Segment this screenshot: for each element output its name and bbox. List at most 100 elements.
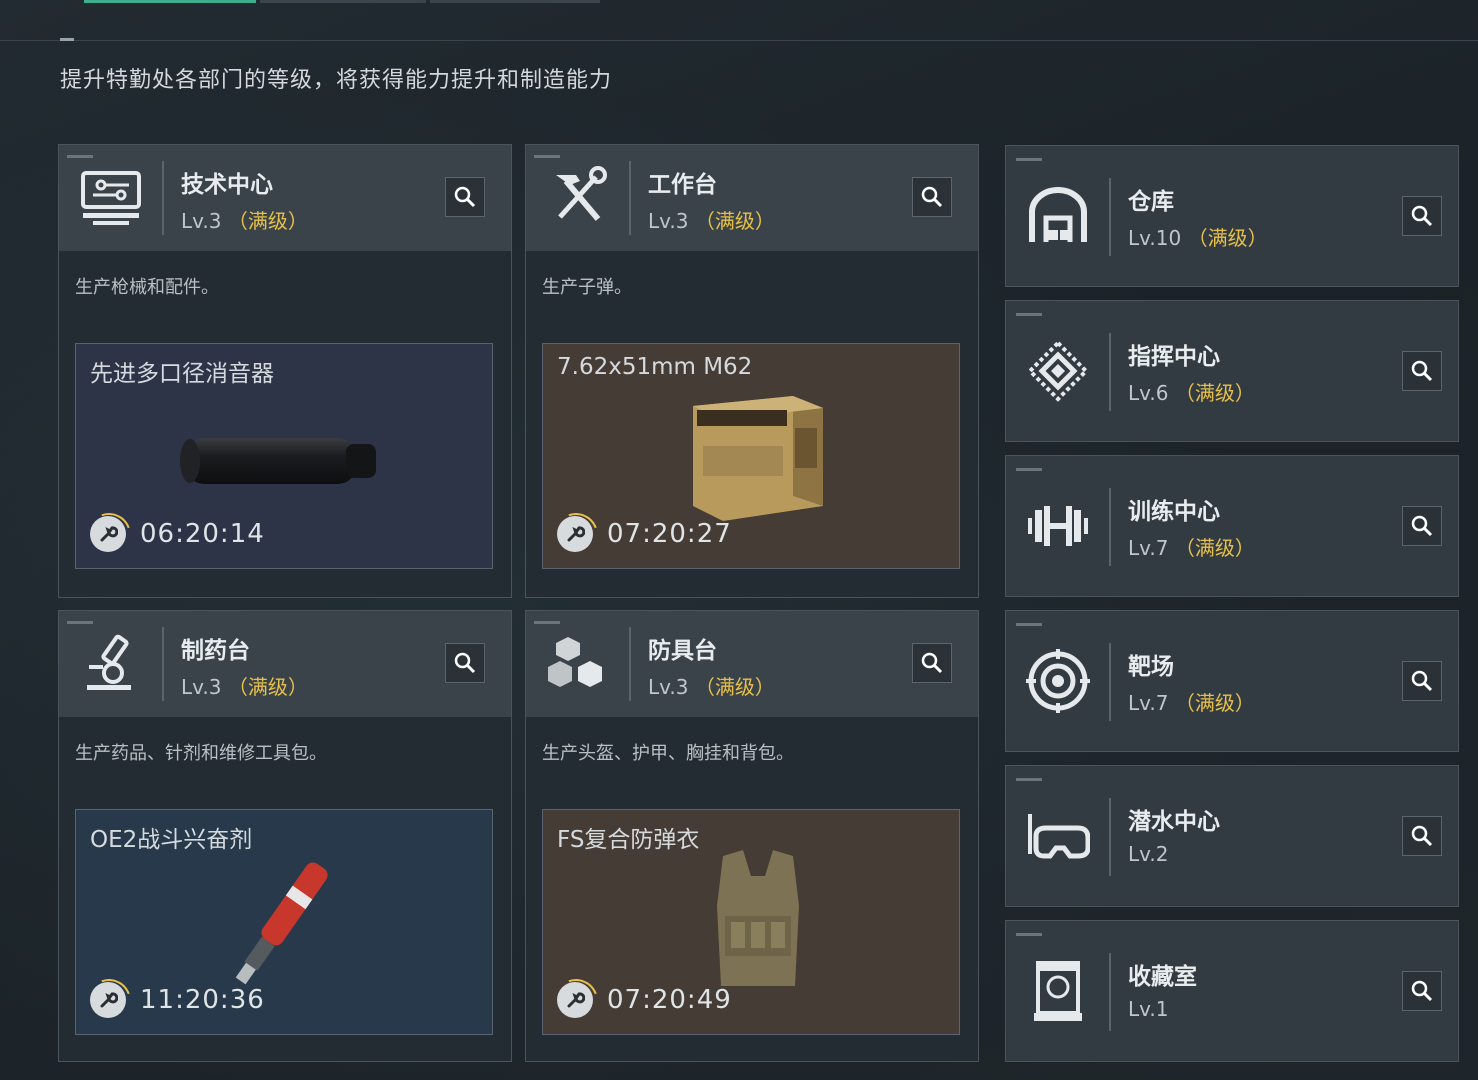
search-button[interactable] — [912, 177, 952, 217]
department-card-armor-bench[interactable]: 防具台 Lv.3 （满级） 生产头盔、护甲、胸挂和背包。 FS复合防弹衣 07:… — [525, 610, 979, 1062]
department-name: 技术中心 — [181, 172, 273, 198]
max-level-badge: （满级） — [694, 675, 775, 699]
search-icon — [1411, 825, 1433, 847]
search-icon — [921, 186, 943, 208]
max-level-badge: （满级） — [227, 675, 308, 699]
department-card-tech-center[interactable]: 技术中心 Lv.3 （满级） 生产枪械和配件。 先进多口径消音器 06:20:1… — [58, 144, 512, 598]
production-item-name: OE2战斗兴奋剂 — [90, 827, 253, 853]
department-name: 制药台 — [181, 638, 250, 664]
production-item-name: 先进多口径消音器 — [90, 361, 274, 387]
production-timer: 11:20:36 — [90, 982, 265, 1018]
dumbbell-icon — [1026, 494, 1090, 558]
department-name: 工作台 — [648, 172, 717, 198]
production-time: 07:20:27 — [607, 519, 732, 549]
production-slot[interactable]: OE2战斗兴奋剂 11:20:36 — [75, 809, 493, 1035]
search-icon — [1411, 980, 1433, 1002]
computer-icon — [79, 165, 143, 229]
search-button[interactable] — [1402, 816, 1442, 856]
wrench-timer-icon — [90, 516, 126, 552]
department-card-diving-center[interactable]: 潜水中心 Lv.2 — [1005, 765, 1459, 907]
max-level-badge: （满级） — [1174, 691, 1255, 715]
search-icon — [454, 186, 476, 208]
production-timer: 07:20:49 — [557, 982, 732, 1018]
ammo-box-image — [683, 386, 833, 530]
max-level-badge: （满级） — [1187, 226, 1268, 250]
production-timer: 07:20:27 — [557, 516, 732, 552]
suppressor-image — [176, 424, 386, 498]
search-button[interactable] — [1402, 351, 1442, 391]
department-level: Lv.2 — [1128, 842, 1169, 866]
department-card-pharmacy[interactable]: 制药台 Lv.3 （满级） 生产药品、针剂和维修工具包。 OE2战斗兴奋剂 11… — [58, 610, 512, 1062]
production-time: 07:20:49 — [607, 985, 732, 1015]
department-level: Lv.3 （满级） — [648, 675, 775, 699]
microscope-icon — [79, 631, 143, 695]
department-description: 生产枪械和配件。 — [75, 277, 219, 298]
search-icon — [921, 652, 943, 674]
department-name: 靶场 — [1128, 654, 1174, 680]
warehouse-icon — [1026, 184, 1090, 248]
department-name: 指挥中心 — [1128, 344, 1220, 370]
department-description: 生产药品、针剂和维修工具包。 — [75, 743, 327, 764]
production-slot[interactable]: 7.62x51mm M62 07:20:27 — [542, 343, 960, 569]
search-icon — [1411, 360, 1433, 382]
department-card-workbench[interactable]: 工作台 Lv.3 （满级） 生产子弹。 7.62x51mm M62 07:20:… — [525, 144, 979, 598]
production-item-name: FS复合防弹衣 — [557, 827, 700, 853]
department-card-shooting-range[interactable]: 靶场 Lv.7 （满级） — [1005, 610, 1459, 752]
department-name: 潜水中心 — [1128, 809, 1220, 835]
wrench-timer-icon — [90, 982, 126, 1018]
tab-indicator[interactable] — [260, 0, 426, 3]
department-level: Lv.3 （满级） — [648, 209, 775, 233]
search-button[interactable] — [1402, 196, 1442, 236]
display-case-icon — [1026, 959, 1090, 1023]
max-level-badge: （满级） — [694, 209, 775, 233]
active-tab-indicator[interactable] — [84, 0, 256, 3]
target-icon — [1026, 649, 1090, 713]
search-button[interactable] — [445, 177, 485, 217]
production-time: 11:20:36 — [140, 985, 265, 1015]
department-level: Lv.6 （满级） — [1128, 381, 1255, 405]
production-item-name: 7.62x51mm M62 — [557, 354, 753, 380]
top-tab-bar — [0, 0, 1478, 41]
department-card-warehouse[interactable]: 仓库 Lv.10 （满级） — [1005, 145, 1459, 287]
department-name: 防具台 — [648, 638, 717, 664]
wrench-timer-icon — [557, 516, 593, 552]
department-level: Lv.1 — [1128, 997, 1169, 1021]
search-button[interactable] — [1402, 661, 1442, 701]
department-card-training-center[interactable]: 训练中心 Lv.7 （满级） — [1005, 455, 1459, 597]
department-description: 生产子弹。 — [542, 277, 632, 298]
department-level: Lv.3 （满级） — [181, 675, 308, 699]
search-button[interactable] — [912, 643, 952, 683]
tab-indicator[interactable] — [430, 0, 600, 3]
search-button[interactable] — [445, 643, 485, 683]
stimulant-injector-image — [216, 850, 346, 1004]
department-name: 仓库 — [1128, 189, 1174, 215]
card-header: 工作台 Lv.3 （满级） — [526, 145, 978, 251]
cubes-icon — [546, 631, 610, 695]
search-button[interactable] — [1402, 506, 1442, 546]
card-header: 技术中心 Lv.3 （满级） — [59, 145, 511, 251]
max-level-badge: （满级） — [1174, 381, 1255, 405]
hammer-wrench-icon — [546, 165, 610, 229]
department-level: Lv.10 （满级） — [1128, 226, 1268, 250]
command-chip-icon — [1026, 339, 1090, 403]
max-level-badge: （满级） — [227, 209, 308, 233]
department-level: Lv.7 （满级） — [1128, 536, 1255, 560]
department-name: 训练中心 — [1128, 499, 1220, 525]
card-header: 制药台 Lv.3 （满级） — [59, 611, 511, 717]
department-description: 生产头盔、护甲、胸挂和背包。 — [542, 743, 794, 764]
search-button[interactable] — [1402, 971, 1442, 1011]
department-level: Lv.3 （满级） — [181, 209, 308, 233]
max-level-badge: （满级） — [1174, 536, 1255, 560]
section-marker — [60, 38, 74, 41]
production-time: 06:20:14 — [140, 519, 265, 549]
production-slot[interactable]: FS复合防弹衣 07:20:49 — [542, 809, 960, 1035]
department-level: Lv.7 （满级） — [1128, 691, 1255, 715]
department-card-collection-room[interactable]: 收藏室 Lv.1 — [1005, 920, 1459, 1062]
search-icon — [1411, 205, 1433, 227]
department-name: 收藏室 — [1128, 964, 1197, 990]
department-card-command-center[interactable]: 指挥中心 Lv.6 （满级） — [1005, 300, 1459, 442]
search-icon — [1411, 670, 1433, 692]
production-slot[interactable]: 先进多口径消音器 06:20:14 — [75, 343, 493, 569]
search-icon — [454, 652, 476, 674]
diving-mask-icon — [1026, 804, 1091, 868]
